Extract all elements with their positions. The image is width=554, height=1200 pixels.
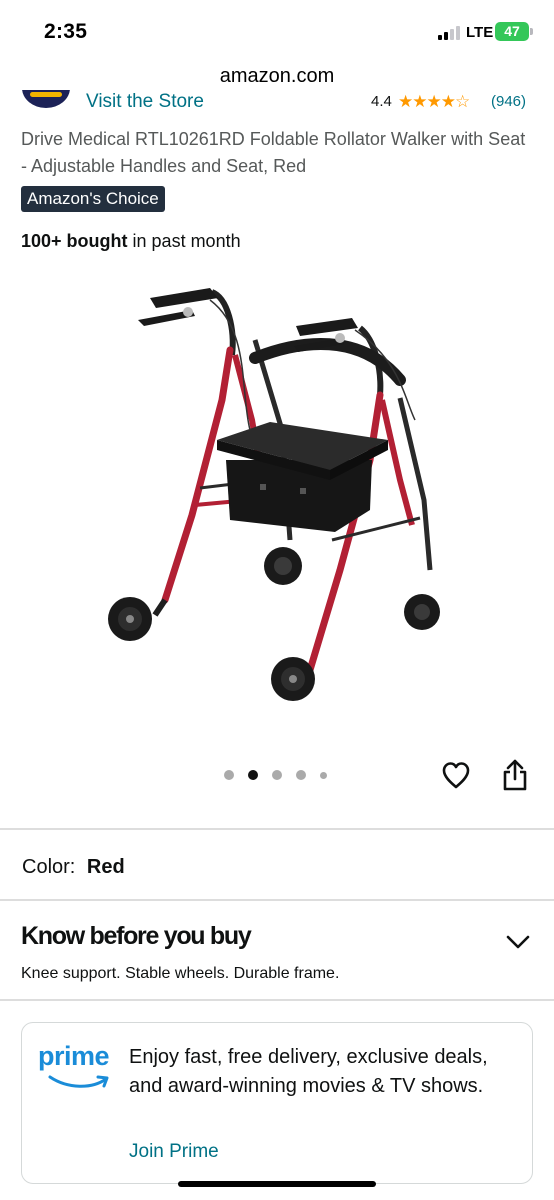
heart-icon[interactable] [440, 759, 472, 791]
carousel-dot[interactable] [272, 770, 282, 780]
rear-right-wheel [264, 547, 302, 585]
bought-count: 100+ bought in past month [21, 231, 241, 252]
status-bar: 2:35 LTE 47 [0, 0, 554, 62]
carousel-dot[interactable] [224, 770, 234, 780]
front-right-wheel [271, 657, 315, 701]
divider [0, 999, 554, 1001]
product-title: Drive Medical RTL10261RD Foldable Rollat… [21, 129, 526, 176]
chevron-down-icon[interactable] [506, 934, 530, 950]
rating-count-link[interactable]: (946) [491, 93, 526, 110]
visit-store-link[interactable]: Visit the Store [86, 91, 204, 112]
store-row: Visit the Store 4.4 ★★★★☆ (946) [0, 90, 554, 112]
cellular-signal-icon [438, 26, 460, 40]
color-value: Red [86, 856, 125, 878]
battery-icon: 47 [495, 22, 533, 41]
amazons-choice-badge[interactable]: Amazon's Choice [21, 186, 165, 212]
battery-level: 47 [504, 23, 520, 39]
color-selector[interactable]: Color: Red [22, 856, 125, 879]
rollator-walker-image[interactable] [100, 270, 450, 720]
share-icon[interactable] [500, 758, 530, 792]
bought-count-rest: in past month [132, 231, 241, 251]
divider [0, 828, 554, 830]
carousel-dot[interactable] [296, 770, 306, 780]
home-indicator[interactable] [178, 1181, 376, 1187]
color-label: Color: [22, 856, 76, 878]
brand-logo[interactable] [22, 90, 70, 108]
rating-value: 4.4 [371, 93, 392, 110]
divider [0, 899, 554, 901]
prime-logo: prime [38, 1041, 118, 1091]
image-carousel-dots[interactable] [222, 768, 332, 782]
carousel-dot-active[interactable] [248, 770, 258, 780]
carousel-dot[interactable] [320, 771, 327, 779]
know-before-text: Knee support. Stable wheels. Durable fra… [21, 965, 340, 982]
left-handle [138, 288, 218, 326]
url-text: amazon.com [219, 65, 335, 87]
prime-smile-icon [48, 1075, 109, 1088]
know-before-title[interactable]: Know before you buy [21, 922, 252, 951]
status-time: 2:35 [44, 20, 88, 43]
prime-description: Enjoy fast, free delivery, exclusive dea… [129, 1046, 488, 1097]
network-type: LTE [466, 24, 494, 41]
join-prime-link[interactable]: Join Prime [129, 1141, 219, 1163]
rating-stars-icon[interactable]: ★★★★☆ [398, 92, 470, 112]
prime-promo-card[interactable]: prime Enjoy fast, free delivery, exclusi… [21, 1022, 533, 1184]
bought-count-bold: 100+ bought [21, 231, 128, 251]
front-left-wheel [108, 597, 152, 641]
rear-far-wheel [404, 594, 440, 630]
prime-logo-text: prime [38, 1041, 110, 1071]
